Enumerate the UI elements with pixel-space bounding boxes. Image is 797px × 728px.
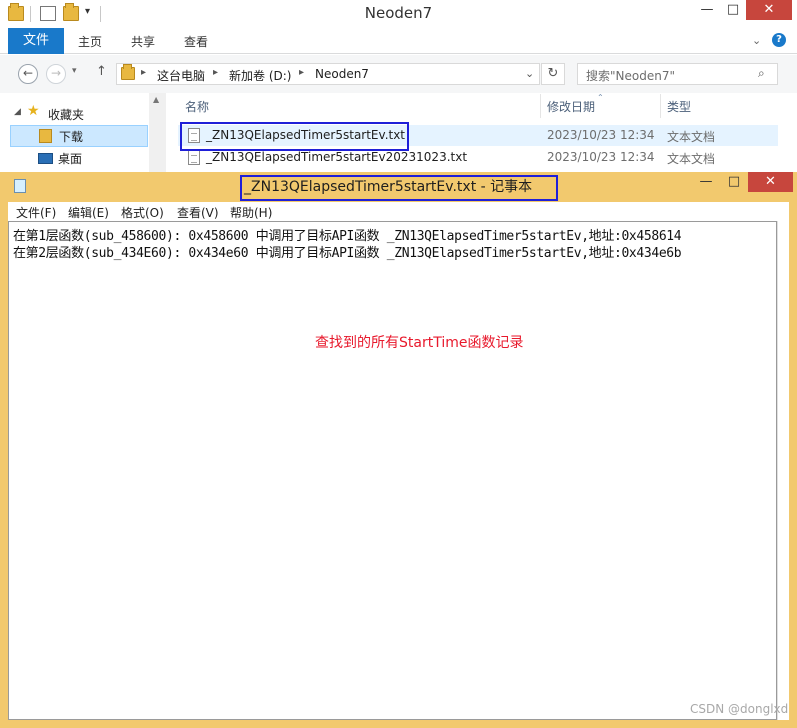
breadcrumb-folder[interactable]: Neoden7 [315,67,369,81]
desktop-icon [38,153,53,164]
scroll-up-icon[interactable]: ▲ [153,95,159,104]
file-name: _ZN13QElapsedTimer5startEv20231023.txt [206,150,468,164]
maximize-button[interactable]: □ [720,0,746,20]
file-type: 文本文档 [667,130,716,144]
ribbon: 文件 主页 共享 查看 ⌄ ? [0,28,797,54]
refresh-button[interactable]: ↻ [541,63,565,85]
window-title: Neoden7 [364,4,433,22]
watermark: CSDN @donglxd [690,702,789,716]
search-icon[interactable]: ⌕ [758,66,765,81]
minimize-button[interactable]: — [692,172,720,192]
breadcrumb-separator-icon[interactable]: ▸ [213,67,218,78]
file-date: 2023/10/23 12:34 [547,150,655,164]
chevron-down-icon[interactable]: ⌄ [525,67,534,80]
menu-help[interactable]: 帮助(H) [230,204,272,221]
breadcrumb-separator-icon[interactable]: ▸ [299,67,304,78]
column-header-type[interactable]: 类型 [667,98,691,115]
forward-button[interactable]: → [46,64,66,84]
ribbon-tab-share[interactable]: 共享 [131,28,155,54]
address-bar-row: ← → ▾ ↑ ▸ 这台电脑 ▸ 新加卷 (D:) ▸ Neoden7 ⌄ ↻ … [0,55,797,93]
file-date: 2023/10/23 12:34 [547,128,655,142]
ribbon-file-tab[interactable]: 文件 [8,28,64,54]
breadcrumb-drive[interactable]: 新加卷 (D:) [229,67,291,84]
column-divider[interactable] [540,94,541,118]
menu-file[interactable]: 文件(F) [16,204,56,221]
file-type: 文本文档 [667,152,716,166]
annotation-text: 查找到的所有StartTime函数记录 [315,335,524,351]
search-placeholder: 搜索"Neoden7" [586,69,675,83]
close-button[interactable]: ✕ [746,0,792,20]
column-header-name[interactable]: 名称 [185,98,209,115]
column-divider[interactable] [660,94,661,118]
nav-scrollbar[interactable]: ▲ [149,93,166,173]
collapse-icon[interactable]: ◢ [14,107,21,117]
folder-icon [121,64,135,80]
downloads-folder-icon [39,129,52,143]
navigation-pane: ◢ ★ 收藏夹 下载 桌面 [0,93,165,173]
column-header-date[interactable]: 修改日期 [547,98,595,115]
chevron-down-icon[interactable]: ⌄ [752,34,761,47]
editor-scrollbar[interactable] [777,221,789,720]
star-icon: ★ [27,103,40,119]
search-input[interactable]: 搜索"Neoden7" ⌕ [577,63,778,85]
notepad-icon[interactable] [14,179,26,193]
text-editor[interactable]: 在第1层函数(sub_458600): 0x458600 中调用了目标API函数… [8,221,777,720]
sort-ascending-icon: ⌃ [597,93,604,102]
breadcrumb-separator-icon[interactable]: ▸ [141,67,146,78]
highlight-box [180,122,409,151]
sidebar-item-desktop[interactable]: 桌面 [10,148,148,170]
menu-view[interactable]: 查看(V) [177,204,219,221]
nav-favorites[interactable]: 收藏夹 [48,106,84,123]
text-file-icon [188,150,200,165]
up-arrow-icon[interactable]: ↑ [96,64,107,79]
explorer-titlebar: ▾ Neoden7 — □ ✕ [0,0,797,28]
back-button[interactable]: ← [18,64,38,84]
maximize-button[interactable]: □ [720,172,748,192]
menu-format[interactable]: 格式(O) [121,204,164,221]
help-icon[interactable]: ? [772,33,786,47]
notepad-window: _ZN13QElapsedTimer5startEv.txt - 记事本 — □… [0,172,797,728]
recent-dropdown-icon[interactable]: ▾ [72,66,77,76]
ribbon-tab-view[interactable]: 查看 [184,28,208,54]
sidebar-item-downloads[interactable]: 下载 [10,125,148,147]
breadcrumb-this-pc[interactable]: 这台电脑 [157,67,205,84]
menu-bar: 文件(F) 编辑(E) 格式(O) 查看(V) 帮助(H) [8,202,789,221]
close-button[interactable]: ✕ [748,172,793,192]
ribbon-tab-home[interactable]: 主页 [78,28,102,54]
minimize-button[interactable]: — [694,0,720,20]
sidebar-item-label: 下载 [59,130,84,144]
address-box[interactable]: ▸ 这台电脑 ▸ 新加卷 (D:) ▸ Neoden7 ⌄ [116,63,540,85]
notepad-title: _ZN13QElapsedTimer5startEv.txt - 记事本 [244,179,533,195]
text-line: 在第2层函数(sub_434E60): 0x434e60 中调用了目标API函数… [13,246,682,261]
menu-edit[interactable]: 编辑(E) [68,204,109,221]
sidebar-item-label: 桌面 [58,152,83,166]
